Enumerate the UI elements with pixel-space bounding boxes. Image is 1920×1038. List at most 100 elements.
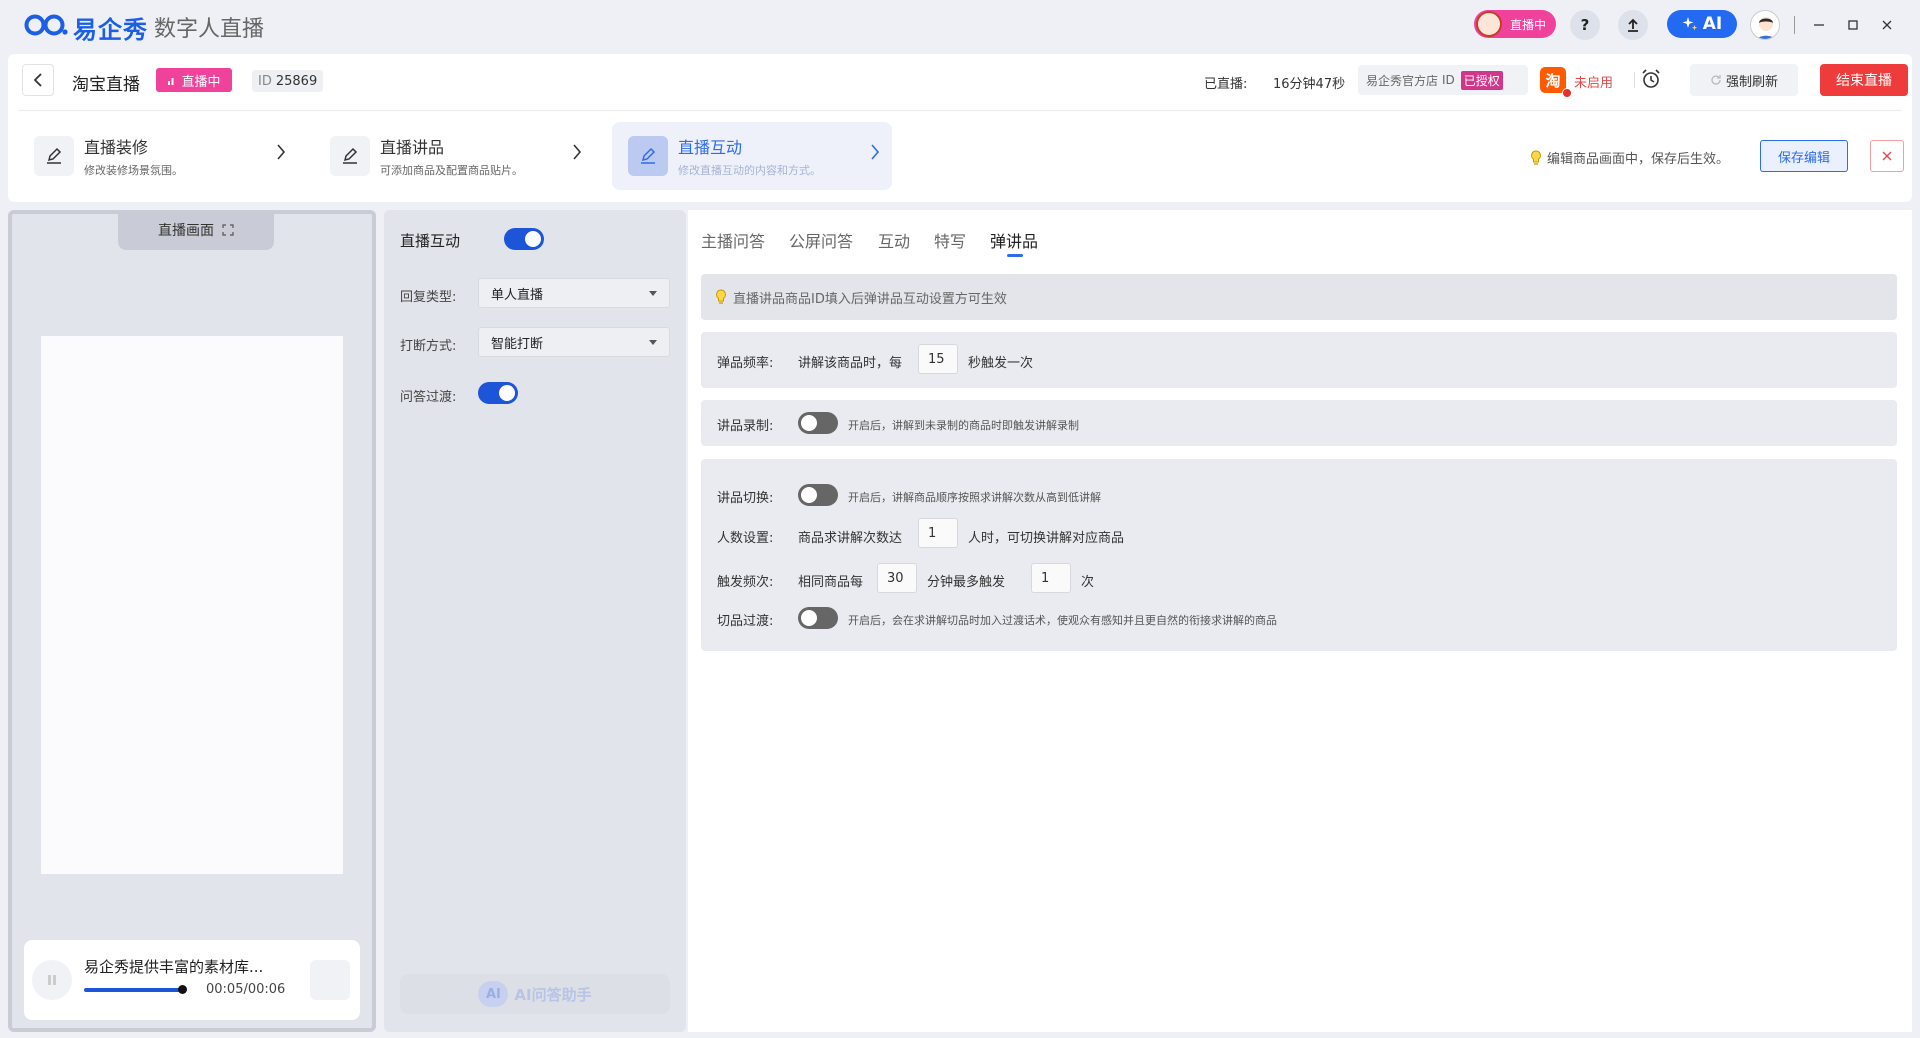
player-extra-button[interactable] — [310, 960, 350, 1000]
chevron-right-icon — [870, 144, 880, 160]
header-card: 淘宝直播 直播中 ID 25869 已直播: 16分钟47秒 易企秀官方店 ID… — [8, 54, 1912, 202]
tab-closeup[interactable]: 特写 — [934, 228, 966, 252]
trigger-middle: 分钟最多触发 — [927, 575, 1006, 590]
maximize-icon — [1848, 20, 1858, 30]
audio-player: 易企秀提供丰富的素材库... 00:05/00:06 — [24, 940, 360, 1020]
taobao-status-dot — [1562, 88, 1572, 98]
fullscreen-icon[interactable] — [222, 224, 234, 236]
transition-toggle[interactable] — [798, 607, 838, 629]
ai-button-label: AI — [1702, 14, 1723, 34]
recording-card: 讲品录制: 开启后，讲解到未录制的商品时即触发讲解录制 — [701, 400, 1897, 446]
ai-button[interactable]: AI — [1667, 10, 1737, 38]
back-button[interactable] — [22, 64, 54, 96]
active-tab-indicator — [1007, 254, 1023, 257]
player-time: 00:05/00:06 — [206, 982, 286, 997]
info-banner: 直播讲品商品ID填入后弹讲品互动设置方可生效 — [701, 274, 1897, 320]
trigger-count-input[interactable]: 1 — [1031, 563, 1071, 593]
room-id-value: 25869 — [275, 73, 318, 89]
tab-public-qa[interactable]: 公屏问答 — [789, 228, 853, 252]
preview-tab[interactable]: 直播画面 — [118, 210, 274, 250]
tab-interaction[interactable]: 互动 — [878, 228, 910, 252]
not-enabled-label: 未启用 — [1574, 76, 1614, 91]
step-products[interactable]: 直播讲品 可添加商品及配置商品贴片。 — [314, 122, 594, 190]
chevron-right-icon — [276, 144, 286, 160]
people-input[interactable]: 1 — [918, 518, 958, 548]
status-badge-label: 直播中 — [181, 74, 221, 90]
force-refresh-button[interactable]: 强制刷新 — [1690, 64, 1798, 96]
end-live-button[interactable]: 结束直播 — [1820, 64, 1908, 96]
switch-toggle[interactable] — [798, 484, 838, 506]
reply-type-select[interactable]: 单人直播 — [478, 278, 670, 308]
step-title: 直播互动 — [678, 138, 743, 157]
step-desc: 可添加商品及配置商品贴片。 — [380, 164, 523, 177]
upload-icon — [1626, 18, 1640, 32]
close-icon — [1882, 20, 1892, 30]
logo-text: 易企秀 — [73, 16, 148, 44]
sparkle-icon — [1682, 16, 1698, 32]
interaction-toggle[interactable] — [504, 228, 544, 250]
tab-popup-product[interactable]: 弹讲品 — [990, 228, 1038, 252]
app-name: 数字人直播 — [154, 17, 265, 42]
duration-value: 16分钟47秒 — [1273, 77, 1346, 92]
save-edit-button[interactable]: 保存编辑 — [1760, 140, 1848, 172]
header-divider — [18, 110, 1902, 111]
edit-icon — [34, 136, 74, 176]
interrupt-label: 打断方式: — [400, 339, 457, 354]
alarm-clock-icon[interactable] — [1640, 68, 1662, 90]
live-status-pill[interactable]: 直播中 — [1474, 10, 1556, 38]
trigger-prefix: 相同商品每 — [798, 575, 864, 590]
upload-button[interactable] — [1618, 10, 1648, 40]
step-decoration[interactable]: 直播装修 修改装修场景氛围。 — [18, 122, 298, 190]
logo-icon — [24, 12, 70, 38]
step-interaction[interactable]: 直播互动 修改直播互动的内容和方式。 — [612, 122, 892, 190]
chevron-left-icon — [33, 73, 43, 87]
shop-id-label: ID — [1442, 73, 1455, 87]
settings-title: 直播互动 — [400, 232, 461, 250]
step-desc: 修改直播互动的内容和方式。 — [678, 164, 821, 177]
live-preview-panel: 直播画面 易企秀提供丰富的素材库... 00:05/00:06 — [8, 210, 376, 1032]
status-badge: 直播中 — [156, 68, 232, 92]
tab-host-qa[interactable]: 主播问答 — [701, 228, 765, 252]
edit-icon — [330, 136, 370, 176]
host-avatar-icon — [1476, 11, 1502, 37]
cancel-edit-button[interactable] — [1870, 140, 1904, 172]
ai-helper-label: AI问答助手 — [514, 985, 592, 1004]
maximize-button[interactable] — [1840, 12, 1866, 38]
popup-frequency-prefix: 讲解该商品时，每 — [798, 356, 903, 371]
qa-transition-toggle[interactable] — [478, 382, 518, 404]
close-icon — [1882, 151, 1892, 161]
auth-badge: 已授权 — [1460, 70, 1503, 90]
transition-desc: 开启后，会在求讲解切品时加入过渡话术，使观众有感知并且更自然的衔接求讲解的商品 — [848, 614, 1277, 627]
title-bar: 易企秀 数字人直播 直播中 ? AI — [0, 0, 1920, 52]
edit-tip-text: 编辑商品画面中，保存后生效。 — [1547, 152, 1730, 167]
close-window-button[interactable] — [1874, 12, 1900, 38]
recording-label: 讲品录制: — [717, 419, 774, 434]
progress-knob[interactable] — [178, 985, 187, 994]
ai-qa-helper-button[interactable]: AI AI问答助手 — [400, 974, 670, 1014]
pause-button[interactable] — [32, 960, 72, 1000]
caret-down-icon — [649, 291, 657, 296]
step-title: 直播讲品 — [380, 138, 445, 157]
interrupt-select[interactable]: 智能打断 — [478, 327, 670, 357]
interaction-settings-panel: 直播互动 回复类型: 单人直播 打断方式: 智能打断 问答过渡: AI AI问答… — [384, 210, 686, 1032]
ai-helper-badge: AI — [478, 981, 509, 1007]
trigger-minutes-input[interactable]: 30 — [877, 563, 917, 593]
user-avatar[interactable] — [1750, 10, 1780, 40]
player-title: 易企秀提供丰富的素材库... — [84, 958, 264, 976]
edit-tip: 编辑商品画面中，保存后生效。 — [1530, 148, 1729, 167]
force-refresh-label: 强制刷新 — [1725, 74, 1778, 90]
status-divider — [1634, 72, 1635, 88]
preview-canvas — [41, 336, 343, 874]
help-button[interactable]: ? — [1570, 10, 1600, 40]
progress-bar[interactable] — [84, 988, 182, 992]
interrupt-value: 智能打断 — [491, 336, 544, 352]
refresh-icon — [1710, 74, 1722, 86]
signal-icon — [167, 75, 177, 85]
duration-label: 已直播: — [1204, 77, 1248, 92]
room-id-label: ID — [258, 73, 272, 89]
popup-frequency-input[interactable]: 15 — [918, 344, 958, 374]
minimize-button[interactable] — [1806, 12, 1832, 38]
recording-toggle[interactable] — [798, 412, 838, 434]
reply-type-label: 回复类型: — [400, 290, 457, 305]
reply-type-value: 单人直播 — [491, 287, 544, 303]
